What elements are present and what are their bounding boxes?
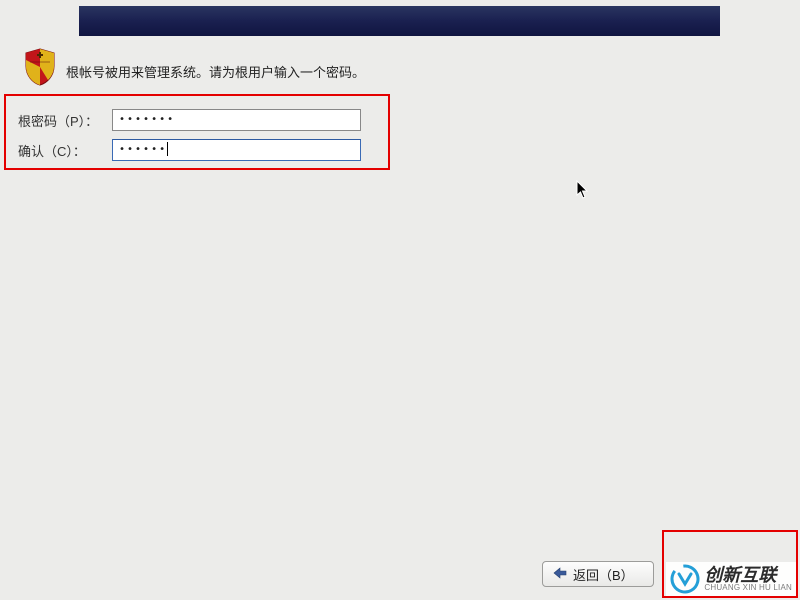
- watermark-text-en: CHUANG XIN HU LIAN: [704, 584, 792, 592]
- mouse-cursor-icon: [576, 180, 590, 200]
- root-password-input[interactable]: •••••••: [112, 109, 361, 131]
- root-password-label: 根密码（P）：: [18, 111, 106, 130]
- back-button[interactable]: 返回（B）: [542, 561, 654, 587]
- root-password-row: 根密码（P）： •••••••: [18, 109, 112, 131]
- confirm-password-row: 确认（C）： ••••••: [18, 139, 112, 161]
- header-banner: [79, 6, 720, 36]
- watermark: 创新互联 CHUANG XIN HU LIAN: [666, 562, 796, 596]
- shield-icon: [24, 48, 56, 86]
- instruction-text: 根帐号被用来管理系统。请为根用户输入一个密码。: [66, 62, 365, 81]
- text-cursor: [167, 142, 168, 156]
- arrow-left-icon: [553, 567, 567, 582]
- confirm-password-label: 确认（C）：: [18, 141, 106, 160]
- back-button-label: 返回（B）: [573, 565, 634, 584]
- watermark-text-cn: 创新互联: [704, 566, 792, 584]
- watermark-logo-icon: [670, 564, 700, 594]
- confirm-password-input[interactable]: ••••••: [112, 139, 361, 161]
